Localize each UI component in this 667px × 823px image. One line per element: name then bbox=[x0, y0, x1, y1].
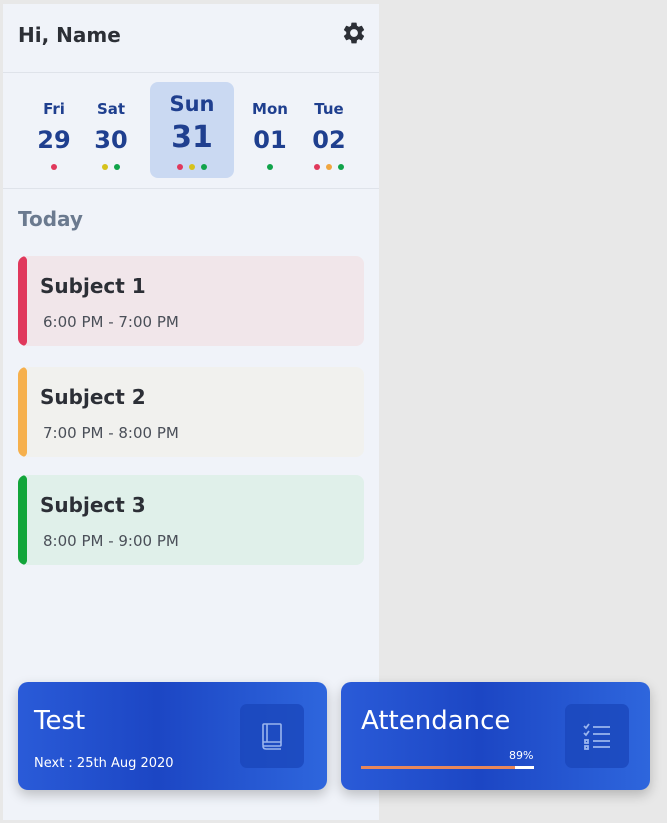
attendance-progress-bar bbox=[361, 766, 534, 769]
date-item-sat-30[interactable]: Sat 30 bbox=[81, 72, 141, 188]
subject-time: 6:00 PM - 7:00 PM bbox=[43, 313, 179, 331]
top-bar: Hi, Name bbox=[3, 4, 379, 73]
checklist-icon bbox=[565, 704, 629, 768]
event-dot bbox=[189, 164, 195, 170]
day-name: Mon bbox=[252, 100, 288, 118]
test-next-date: Next : 25th Aug 2020 bbox=[34, 756, 174, 771]
attendance-tile-title: Attendance bbox=[361, 706, 511, 736]
subject-card-3[interactable]: Subject 3 8:00 PM - 9:00 PM bbox=[18, 475, 364, 565]
subject-title: Subject 2 bbox=[40, 385, 146, 409]
day-number: 29 bbox=[37, 126, 71, 154]
gear-icon[interactable] bbox=[341, 20, 367, 46]
event-dot bbox=[201, 164, 207, 170]
day-number: 30 bbox=[94, 126, 128, 154]
greeting-title: Hi, Name bbox=[18, 23, 121, 47]
subject-time: 7:00 PM - 8:00 PM bbox=[43, 424, 179, 442]
test-tile-title: Test bbox=[34, 706, 86, 736]
test-tile[interactable]: Test Next : 25th Aug 2020 bbox=[18, 682, 327, 790]
date-strip: Fri 29 Sat 30 Sun 31 Mon 01 Tue 02 bbox=[3, 72, 379, 189]
event-dots bbox=[24, 164, 84, 170]
event-dot bbox=[338, 164, 344, 170]
subject-title: Subject 1 bbox=[40, 274, 146, 298]
attendance-progress-fill bbox=[361, 766, 515, 769]
event-dot bbox=[51, 164, 57, 170]
event-dot bbox=[102, 164, 108, 170]
day-name: Fri bbox=[43, 100, 65, 118]
event-dot bbox=[326, 164, 332, 170]
event-dots bbox=[150, 164, 234, 170]
event-dots bbox=[81, 164, 141, 170]
subject-accent-bar bbox=[18, 367, 27, 457]
subject-time: 8:00 PM - 9:00 PM bbox=[43, 532, 179, 550]
attendance-percent: 89% bbox=[509, 749, 534, 762]
day-number: 01 bbox=[253, 126, 287, 154]
date-item-tue-02[interactable]: Tue 02 bbox=[299, 72, 359, 188]
subject-card-1[interactable]: Subject 1 6:00 PM - 7:00 PM bbox=[18, 256, 364, 346]
subject-title: Subject 3 bbox=[40, 493, 146, 517]
event-dots bbox=[240, 164, 300, 170]
today-heading: Today bbox=[18, 207, 83, 231]
event-dot bbox=[267, 164, 273, 170]
day-name: Sat bbox=[96, 100, 126, 118]
event-dot bbox=[114, 164, 120, 170]
date-item-mon-01[interactable]: Mon 01 bbox=[240, 72, 300, 188]
subject-accent-bar bbox=[18, 256, 27, 346]
date-item-fri-29[interactable]: Fri 29 bbox=[24, 72, 84, 188]
book-icon bbox=[240, 704, 304, 768]
day-name: Sun bbox=[169, 92, 215, 116]
event-dot bbox=[177, 164, 183, 170]
day-number: 31 bbox=[171, 120, 213, 155]
subject-accent-bar bbox=[18, 475, 27, 565]
event-dot bbox=[314, 164, 320, 170]
day-number: 02 bbox=[312, 126, 346, 154]
day-name: Tue bbox=[314, 100, 344, 118]
subject-card-2[interactable]: Subject 2 7:00 PM - 8:00 PM bbox=[18, 367, 364, 457]
event-dots bbox=[299, 164, 359, 170]
attendance-tile[interactable]: Attendance 89% bbox=[341, 682, 650, 790]
date-item-sun-31-selected[interactable]: Sun 31 bbox=[150, 72, 234, 188]
